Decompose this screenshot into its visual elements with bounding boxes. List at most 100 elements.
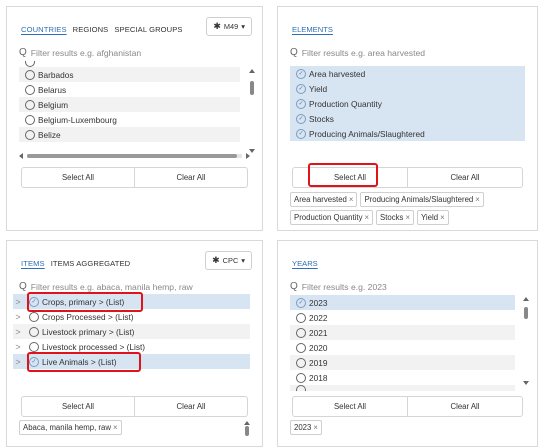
radio-icon	[296, 327, 306, 338]
radio-icon	[25, 129, 35, 140]
close-icon[interactable]: ×	[364, 213, 369, 222]
list-item[interactable]: Belgium-Luxembourg	[19, 112, 240, 127]
list-item[interactable]: 2021	[290, 325, 515, 340]
check-icon: ✓	[296, 113, 306, 124]
list-item[interactable]: Belgium	[19, 97, 240, 112]
selected-chip: Production Quantity ×	[290, 210, 374, 225]
select-all-button[interactable]: Select All	[293, 397, 407, 416]
m49-code-dropdown[interactable]: ✱ M49 ▾	[206, 17, 252, 36]
list-item[interactable]: ✓ Yield	[290, 81, 525, 96]
elements-search[interactable]: Q Filter results e.g. area harvested	[290, 47, 527, 58]
search-icon: Q	[290, 47, 298, 58]
check-icon: ✓	[296, 128, 306, 139]
check-icon: ✓	[296, 98, 306, 109]
items-selected-chips: Abaca, manila hemp, raw ×	[19, 420, 252, 435]
search-icon: Q	[290, 281, 298, 292]
list-item[interactable]: 2019	[290, 355, 515, 370]
list-item[interactable]: 2022	[290, 310, 515, 325]
caret-right-icon[interactable]: >	[13, 327, 23, 337]
list-item[interactable]: 2020	[290, 340, 515, 355]
tab-items[interactable]: ITEMS	[21, 259, 45, 268]
selected-chip: Abaca, manila hemp, raw ×	[19, 420, 122, 435]
radio-icon	[25, 69, 35, 80]
tab-special-groups[interactable]: SPECIAL GROUPS	[114, 25, 182, 34]
list-item[interactable]: ✓ Production Quantity	[290, 96, 525, 111]
code-label: CPC	[222, 256, 239, 265]
countries-panel: COUNTRIES REGIONS SPECIAL GROUPS ✱ M49 ▾…	[6, 6, 263, 231]
countries-vscrollbar[interactable]	[249, 69, 255, 153]
items-tabs: ITEMS ITEMS AGGREGATED	[21, 259, 130, 268]
selected-chip: 2023 ×	[290, 420, 322, 435]
countries-button-bar: Select All Clear All	[21, 167, 248, 188]
gear-icon: ✱	[213, 21, 221, 31]
elements-panel: ELEMENTS Q Filter results e.g. area harv…	[277, 6, 538, 231]
highlight-box	[27, 292, 143, 312]
radio-icon	[29, 311, 39, 322]
search-placeholder: Filter results e.g. 2023	[301, 281, 387, 292]
list-item[interactable]: ✓ Stocks	[290, 111, 525, 126]
list-item[interactable]: ✓ Producing Animals/Slaughtered	[290, 126, 525, 141]
list-item[interactable]: > Livestock primary > (List)	[13, 324, 250, 339]
elements-selected-chips: Area harvested × Producing Animals/Slaugh…	[290, 192, 527, 225]
years-search[interactable]: Q Filter results e.g. 2023	[290, 281, 527, 292]
close-icon[interactable]: ×	[113, 423, 118, 432]
highlight-box	[27, 352, 141, 372]
radio-icon	[296, 357, 306, 368]
countries-hscrollbar[interactable]	[19, 153, 250, 159]
list-item[interactable]: ✓ 2023	[290, 295, 515, 310]
clear-all-button[interactable]: Clear All	[134, 168, 247, 187]
list-item[interactable]: Belize	[19, 127, 240, 142]
list-item[interactable]: ✓ Area harvested	[290, 66, 525, 81]
chips-vscrollbar[interactable]	[244, 421, 250, 437]
radio-icon	[296, 342, 306, 353]
selected-chip: Stocks ×	[376, 210, 415, 225]
cpc-code-dropdown[interactable]: ✱ CPC ▾	[205, 251, 252, 270]
items-panel: ITEMS ITEMS AGGREGATED ✱ CPC ▾ Q Filter …	[6, 240, 263, 447]
caret-right-icon[interactable]: >	[13, 312, 23, 322]
close-icon[interactable]: ×	[349, 195, 354, 204]
years-title[interactable]: YEARS	[292, 259, 318, 268]
years-button-bar: Select All Clear All	[292, 396, 523, 417]
check-icon: ✓	[296, 297, 306, 308]
highlight-box	[308, 163, 378, 187]
list-item[interactable]: Barbados	[19, 67, 240, 82]
caret-right-icon[interactable]: >	[13, 297, 23, 307]
gear-icon: ✱	[212, 255, 220, 265]
select-all-button[interactable]: Select All	[22, 397, 134, 416]
search-placeholder: Filter results e.g. area harvested	[301, 47, 426, 58]
tab-regions[interactable]: REGIONS	[73, 25, 109, 34]
countries-list: Barbados Belarus Belgium Belgium-Luxembo…	[19, 61, 240, 147]
tab-items-aggregated[interactable]: ITEMS AGGREGATED	[51, 259, 131, 268]
tab-countries[interactable]: COUNTRIES	[21, 25, 67, 34]
years-panel: YEARS Q Filter results e.g. 2023 ✓ 2023 2…	[277, 240, 538, 447]
list-item[interactable]: 2018	[290, 370, 515, 385]
clear-all-button[interactable]: Clear All	[407, 168, 522, 187]
years-list: ✓ 2023 2022 2021 2020 2019 2018	[290, 295, 515, 393]
search-placeholder: Filter results e.g. afghanistan	[30, 47, 142, 58]
radio-icon	[296, 312, 306, 323]
close-icon[interactable]: ×	[440, 213, 445, 222]
caret-right-icon[interactable]: >	[13, 357, 23, 367]
clear-all-button[interactable]: Clear All	[407, 397, 522, 416]
countries-search[interactable]: Q Filter results e.g. afghanistan	[19, 47, 252, 58]
countries-tabs: COUNTRIES REGIONS SPECIAL GROUPS	[21, 25, 183, 34]
radio-icon	[25, 114, 35, 125]
items-search[interactable]: Q Filter results e.g. abaca, manila hemp…	[19, 281, 252, 292]
clear-all-button[interactable]: Clear All	[134, 397, 247, 416]
close-icon[interactable]: ×	[313, 423, 318, 432]
elements-title[interactable]: ELEMENTS	[292, 25, 333, 34]
chevron-down-icon: ▾	[241, 22, 245, 31]
selected-chip: Area harvested ×	[290, 192, 358, 207]
radio-icon	[25, 99, 35, 110]
close-icon[interactable]: ×	[405, 213, 410, 222]
years-vscrollbar[interactable]	[523, 297, 529, 385]
items-button-bar: Select All Clear All	[21, 396, 248, 417]
radio-icon	[29, 341, 39, 352]
chevron-down-icon: ▾	[241, 256, 245, 265]
selected-chip: Yield ×	[417, 210, 449, 225]
caret-right-icon[interactable]: >	[13, 342, 23, 352]
list-item[interactable]: Belarus	[19, 82, 240, 97]
close-icon[interactable]: ×	[475, 195, 480, 204]
search-icon: Q	[19, 47, 27, 58]
select-all-button[interactable]: Select All	[22, 168, 134, 187]
